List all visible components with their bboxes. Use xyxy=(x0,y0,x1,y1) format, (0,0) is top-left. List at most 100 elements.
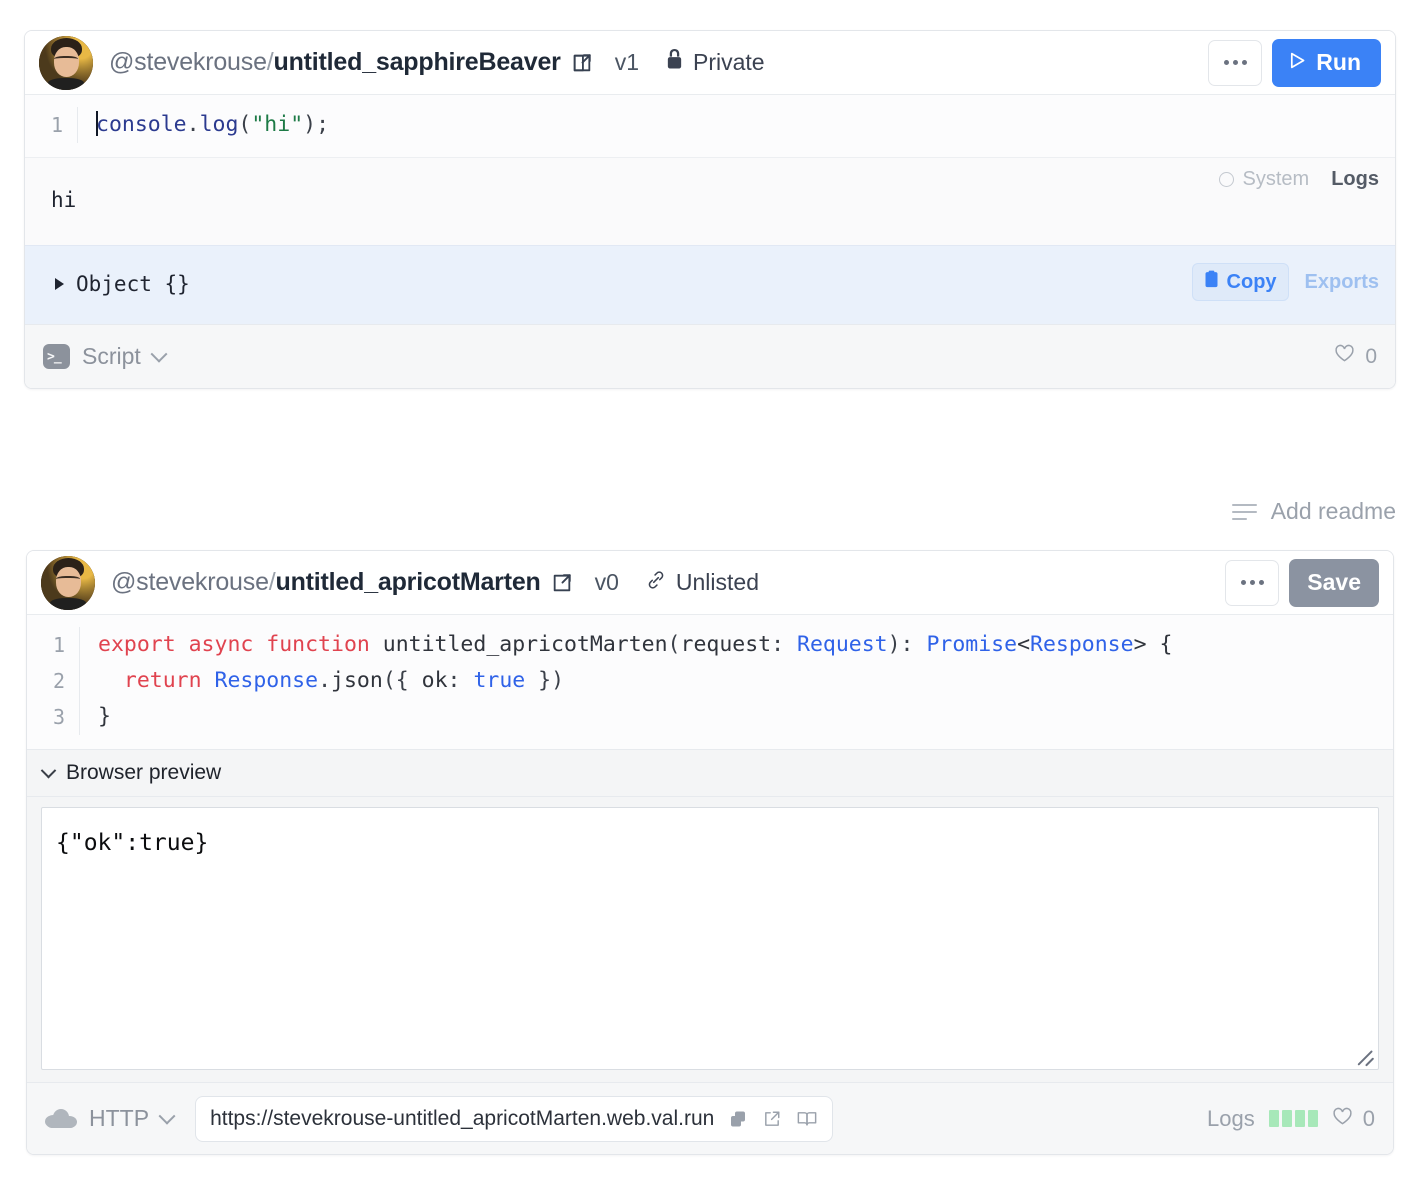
code-token: ); xyxy=(303,112,329,137)
run-label: Run xyxy=(1316,49,1361,76)
add-readme-button[interactable]: Add readme xyxy=(1232,498,1396,525)
ellipsis-icon[interactable] xyxy=(1208,40,1262,86)
val-title-separator: / xyxy=(269,568,276,596)
val-header-two: @stevekrouse/untitled_apricotMarten v0 xyxy=(27,551,1393,615)
like-button[interactable]: 0 xyxy=(1334,344,1377,369)
link-icon xyxy=(645,569,667,597)
logs-activity-bar xyxy=(1295,1110,1305,1127)
resize-grip-icon[interactable] xyxy=(1356,1047,1374,1065)
code-line: 1console.log("hi"); xyxy=(25,107,1395,143)
copy-icon[interactable] xyxy=(728,1109,748,1129)
code-token: return xyxy=(124,668,202,693)
code-token: Request xyxy=(797,632,888,657)
code-editor-two[interactable]: 1export async function untitled_apricotM… xyxy=(27,615,1393,749)
result-value: Object {} xyxy=(76,272,190,296)
endpoint-url-pill: https://stevekrouse-untitled_apricotMart… xyxy=(195,1096,833,1142)
val-owner: @stevekrouse xyxy=(109,48,267,76)
val-header: @stevekrouse/untitled_sapphireBeaver v1 xyxy=(25,31,1395,95)
play-icon xyxy=(1288,49,1307,76)
code-token: ): xyxy=(888,632,927,657)
page-root: @stevekrouse/untitled_sapphireBeaver v1 xyxy=(0,0,1418,1200)
logs-activity-bars xyxy=(1269,1110,1318,1127)
code-token xyxy=(202,668,215,693)
code-token: ( xyxy=(668,632,681,657)
copy-label: Copy xyxy=(1227,271,1277,294)
book-icon[interactable] xyxy=(796,1109,818,1129)
browser-preview-label: Browser preview xyxy=(66,761,221,785)
code-line-text[interactable]: return Response.json({ ok: true }) xyxy=(79,663,1393,699)
chevron-down-icon xyxy=(150,345,167,362)
exports-link[interactable]: Exports xyxy=(1305,271,1379,294)
val-footer-right: 0 xyxy=(1334,325,1377,388)
code-token xyxy=(98,668,124,693)
code-token: . xyxy=(187,112,200,137)
code-token: > { xyxy=(1134,632,1173,657)
line-number: 1 xyxy=(27,627,79,663)
result-disclosure-row[interactable]: Object {} xyxy=(25,246,1395,296)
val-type-label: HTTP xyxy=(89,1105,149,1132)
code-token: } xyxy=(98,704,111,729)
code-token: true xyxy=(473,668,525,693)
visibility-label: Unlisted xyxy=(676,569,759,596)
val-title-two[interactable]: @stevekrouse/untitled_apricotMarten xyxy=(111,568,541,597)
code-token: Response xyxy=(1030,632,1134,657)
triangle-right-icon[interactable] xyxy=(55,278,64,290)
tab-logs[interactable]: Logs xyxy=(1331,168,1379,191)
cloud-icon xyxy=(45,1109,77,1128)
code-line-text[interactable]: console.log("hi"); xyxy=(77,107,1395,143)
code-token: ( xyxy=(238,112,251,137)
logs-activity-bar xyxy=(1269,1110,1279,1127)
code-token: . xyxy=(318,668,331,693)
code-token: log xyxy=(200,112,239,137)
code-line-text[interactable]: export async function untitled_apricotMa… xyxy=(79,627,1393,663)
ellipsis-icon[interactable] xyxy=(1225,560,1279,606)
code-token: }) xyxy=(525,668,564,693)
code-token: untitled_apricotMarten xyxy=(370,632,668,657)
code-token: export async function xyxy=(98,632,370,657)
val-title-separator: / xyxy=(267,48,274,76)
edit-square-icon[interactable] xyxy=(551,572,573,594)
val-type-selector-http[interactable]: HTTP xyxy=(45,1105,173,1132)
like-count: 0 xyxy=(1363,1106,1375,1132)
browser-preview-toggle[interactable]: Browser preview xyxy=(27,749,1393,797)
copy-button[interactable]: Copy xyxy=(1192,263,1289,301)
add-readme-label: Add readme xyxy=(1271,498,1396,525)
endpoint-url[interactable]: https://stevekrouse-untitled_apricotMart… xyxy=(210,1107,714,1131)
avatar xyxy=(39,36,93,90)
code-line-text[interactable]: } xyxy=(79,699,1393,735)
line-number: 3 xyxy=(27,699,79,735)
val-visibility[interactable]: Private xyxy=(665,48,765,77)
heart-icon xyxy=(1334,344,1355,369)
code-token: : xyxy=(771,632,797,657)
val-type-selector[interactable]: Script xyxy=(43,343,165,370)
val-footer-two-right: Logs 0 xyxy=(1207,1083,1375,1154)
edit-square-icon[interactable] xyxy=(571,52,593,74)
browser-preview-wrap: {"ok":true} xyxy=(27,797,1393,1082)
line-number: 2 xyxy=(27,663,79,699)
logs-label[interactable]: Logs xyxy=(1207,1106,1255,1132)
external-link-icon[interactable] xyxy=(762,1109,782,1129)
val-type-label: Script xyxy=(82,343,141,370)
code-editor-one[interactable]: 1console.log("hi"); xyxy=(25,95,1395,157)
visibility-label: Private xyxy=(693,49,765,76)
chevron-down-icon xyxy=(41,762,57,778)
browser-preview-frame: {"ok":true} xyxy=(41,807,1379,1070)
lines-icon xyxy=(1232,504,1257,520)
val-title[interactable]: @stevekrouse/untitled_sapphireBeaver xyxy=(109,48,561,77)
tab-system[interactable]: System xyxy=(1219,168,1310,191)
val-visibility-two[interactable]: Unlisted xyxy=(645,569,759,597)
clipboard-icon xyxy=(1204,270,1219,294)
code-line: 3} xyxy=(27,699,1393,735)
like-button[interactable]: 0 xyxy=(1332,1106,1375,1132)
terminal-icon xyxy=(43,344,70,369)
val-owner: @stevekrouse xyxy=(111,568,269,596)
val-panel-apricot-marten: @stevekrouse/untitled_apricotMarten v0 xyxy=(26,550,1394,1155)
lock-icon xyxy=(665,48,684,77)
val-version: v0 xyxy=(595,569,619,596)
result-strip: Object {} Copy Exports xyxy=(25,245,1395,324)
circle-icon xyxy=(1219,172,1234,187)
logs-strip: System Logs hi xyxy=(25,157,1395,245)
save-button[interactable]: Save xyxy=(1289,559,1379,607)
code-token: "hi" xyxy=(251,112,303,137)
run-button[interactable]: Run xyxy=(1272,39,1381,87)
